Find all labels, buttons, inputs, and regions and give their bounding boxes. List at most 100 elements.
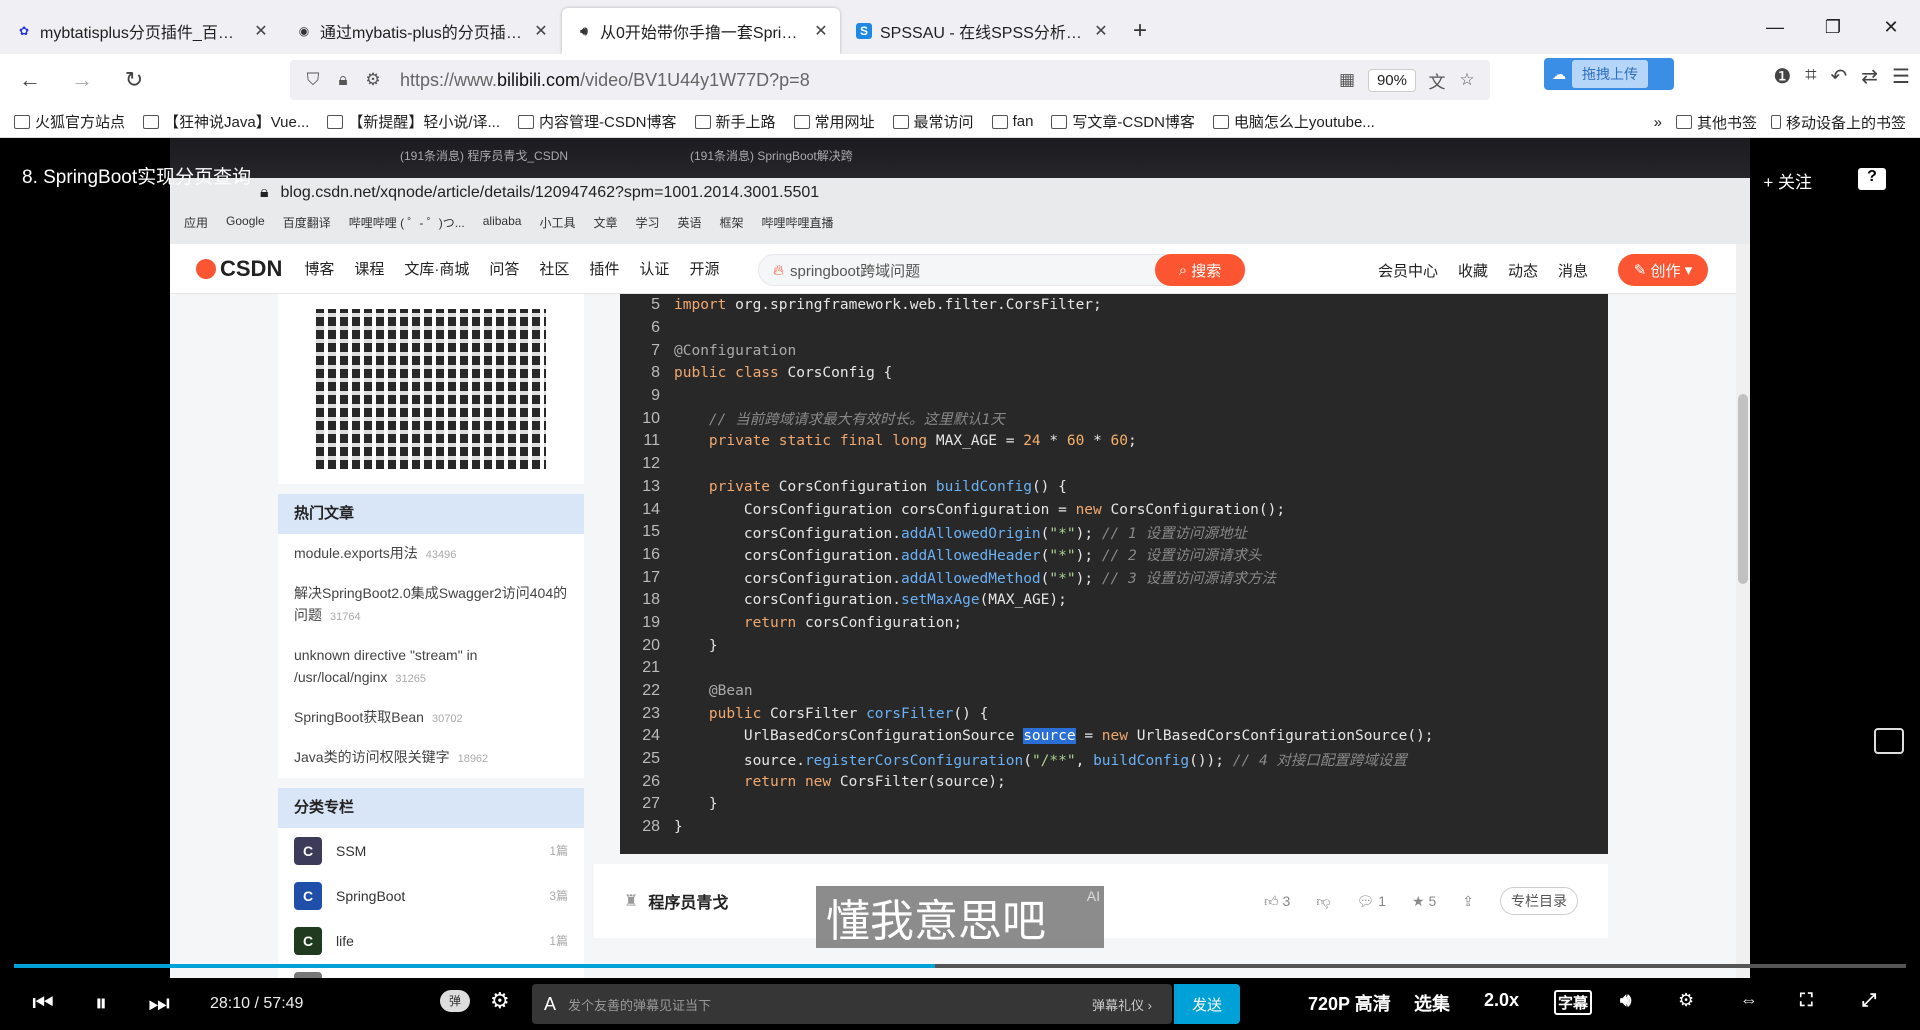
cloud-icon: ☁ bbox=[1552, 65, 1566, 82]
progress-fill bbox=[14, 964, 936, 968]
code-text: corsConfiguration.setMaxAge(MAX_AGE); bbox=[674, 592, 1067, 609]
browser-tab[interactable]: ✿ mybtatisplus分页插件_百度搜索 ✕ bbox=[2, 8, 280, 54]
follow-button[interactable]: + 关注 bbox=[1763, 168, 1812, 193]
menu-icon[interactable]: ☰ bbox=[1892, 64, 1910, 89]
cloud-upload-button[interactable]: ☁ 拖拽上传 bbox=[1544, 58, 1674, 90]
category-list: CSSM1篇CSpringBoot3篇Clife1篇CJava基础9篇 bbox=[278, 828, 584, 978]
close-window-button[interactable]: ✕ bbox=[1862, 0, 1920, 54]
mobile-bookmarks[interactable]: 移动设备上的书签 bbox=[1770, 112, 1906, 133]
fullscreen-icon[interactable]: ⤢ bbox=[1862, 990, 1876, 1011]
permissions-icon[interactable]: ⚙ bbox=[358, 70, 388, 90]
danmu-input[interactable]: A 发个友善的弹幕见证当下 弹幕礼仪 › bbox=[532, 984, 1172, 1024]
back-button[interactable]: ← bbox=[8, 60, 52, 100]
reload-button[interactable]: ↻ bbox=[112, 60, 156, 100]
view-count: 31265 bbox=[395, 673, 426, 685]
danmu-settings-icon[interactable]: ⚙ bbox=[490, 988, 510, 1014]
help-icon[interactable]: ? bbox=[1858, 168, 1886, 190]
next-icon[interactable]: ⏭ bbox=[130, 990, 188, 1018]
danmu-etiquette-link[interactable]: 弹幕礼仪 › bbox=[1092, 995, 1152, 1014]
settings-icon[interactable]: ⚙ bbox=[1678, 990, 1694, 1011]
bookmark-item[interactable]: 最常访问 bbox=[892, 111, 974, 132]
view-count: 18962 bbox=[457, 753, 489, 765]
close-tab-icon[interactable]: ✕ bbox=[252, 21, 270, 41]
hot-article: unknown directive "stream" in /usr/local… bbox=[294, 647, 478, 685]
new-tab-button[interactable]: + bbox=[1120, 8, 1160, 54]
address-bar[interactable]: ⛉ 🔒︎ ⚙ https://www.bilibili.com/video/BV… bbox=[290, 60, 1490, 100]
restore-button[interactable]: ❐ bbox=[1804, 0, 1862, 54]
code-block: 5 import org.springframework.web.filter.C… bbox=[620, 294, 1608, 854]
speed-button[interactable]: 2.0x bbox=[1484, 990, 1519, 1011]
bookmark-item[interactable]: 电脑怎么上youtube... bbox=[1212, 111, 1375, 132]
code-line: 11 private static final long MAX_AGE = 2… bbox=[620, 430, 1608, 453]
minimize-button[interactable]: — bbox=[1746, 0, 1804, 54]
danmu-style-icon[interactable]: A bbox=[544, 994, 556, 1015]
speaker-icon: 🔊︎ bbox=[580, 23, 588, 38]
browser-tab[interactable]: ◉ 通过mybatis-plus的分页插件， ✕ bbox=[282, 8, 560, 54]
line-number: 19 bbox=[642, 613, 660, 631]
bookmark-item[interactable]: 【新提醒】轻小说/译... bbox=[327, 111, 500, 132]
danmu-toggle[interactable]: 弹 bbox=[440, 990, 470, 1012]
video-frame[interactable]: (191条消息) 程序员青戈_CSDN (191条消息) SpringBoot解… bbox=[170, 138, 1750, 978]
progress-bar[interactable] bbox=[14, 964, 1906, 968]
recorded-bookmark: alibaba bbox=[482, 214, 522, 228]
code-line: 7 @Configuration bbox=[620, 339, 1608, 362]
volume-icon[interactable]: 🔊︎ bbox=[1620, 990, 1631, 1011]
category-icon: C bbox=[294, 881, 322, 910]
forward-button[interactable]: → bbox=[60, 60, 104, 100]
previous-icon[interactable]: ⏮ bbox=[14, 990, 72, 1018]
lock-icon[interactable]: 🔒︎ bbox=[328, 70, 358, 90]
bookmark-item[interactable]: 新手上路 bbox=[694, 111, 776, 132]
other-bookmarks[interactable]: 其他书签 bbox=[1675, 112, 1757, 133]
bookmark-item[interactable]: 内容管理-CSDN博客 bbox=[518, 111, 677, 132]
code-text: corsConfiguration.addAllowedMethod("*");… bbox=[674, 571, 1276, 588]
episodes-button[interactable]: 选集 bbox=[1414, 990, 1450, 1016]
code-line: 24 UrlBasedCorsConfigurationSource sourc… bbox=[620, 725, 1608, 748]
code-line: 8 public class CorsConfig { bbox=[620, 362, 1608, 385]
star-count: ★ 5 bbox=[1412, 892, 1437, 909]
csdn-logo: CSDN bbox=[196, 256, 282, 282]
quality-button[interactable]: 720P 高清 bbox=[1308, 990, 1391, 1016]
line-number: 11 bbox=[643, 432, 660, 450]
code-line: 12 bbox=[620, 453, 1608, 476]
line-number: 20 bbox=[642, 636, 660, 654]
bookmark-item[interactable]: 【狂神说Java】Vue... bbox=[143, 111, 309, 132]
recorded-bookmark: 框架 bbox=[719, 216, 744, 230]
send-danmu-button[interactable]: 发送 bbox=[1174, 984, 1240, 1024]
extension-1-icon[interactable]: ❶ bbox=[1773, 64, 1791, 89]
zoom-level-button[interactable]: 90% bbox=[1367, 68, 1416, 92]
web-fullscreen-icon[interactable]: ⛶ bbox=[1800, 990, 1813, 1011]
url-text[interactable]: https://www.bilibili.com/video/BV1U44y1W… bbox=[400, 70, 1332, 91]
close-tab-icon[interactable]: ✕ bbox=[532, 21, 550, 41]
bookmark-item[interactable]: fan bbox=[991, 111, 1033, 132]
code-text: import org.springframework.web.filter.Co… bbox=[674, 297, 1102, 314]
bookmark-item[interactable]: 写文章-CSDN博客 bbox=[1051, 111, 1195, 132]
qr-code-icon[interactable]: ▦ bbox=[1332, 70, 1362, 90]
widescreen-icon[interactable]: ⇔ bbox=[1740, 990, 1758, 1011]
close-tab-icon[interactable]: ✕ bbox=[812, 21, 830, 41]
bookmark-star-icon[interactable]: ☆ bbox=[1452, 70, 1482, 90]
hot-article-list: module.exports用法 43496 解决SpringBoot2.0集成Sw… bbox=[278, 534, 584, 778]
bookmark-item[interactable]: 火狐官方站点 bbox=[14, 111, 125, 132]
hot-article: Java类的访问权限关键字 18962 bbox=[294, 749, 489, 765]
csdn-nav-item: 课程 bbox=[354, 261, 385, 278]
line-number: 6 bbox=[651, 319, 660, 337]
code-line: 26 return new CorsFilter(source); bbox=[620, 770, 1608, 793]
translate-icon[interactable]: 文 bbox=[1422, 68, 1452, 93]
window-controls: — ❐ ✕ bbox=[1746, 0, 1920, 54]
translate-extension-icon[interactable]: ⇄ bbox=[1861, 64, 1878, 89]
close-tab-icon[interactable]: ✕ bbox=[1092, 21, 1110, 41]
video-player[interactable]: (191条消息) 程序员青戈_CSDN (191条消息) SpringBoot解… bbox=[0, 138, 1920, 1030]
pause-icon[interactable]: ⏸ bbox=[72, 990, 130, 1018]
folder-icon bbox=[1675, 115, 1692, 129]
crop-icon[interactable]: ⌗ bbox=[1805, 64, 1816, 89]
bookmark-item[interactable]: 常用网址 bbox=[793, 111, 875, 132]
browser-tab[interactable]: S SPSSAU - 在线SPSS分析软件 ✕ bbox=[842, 8, 1120, 54]
browser-tab[interactable]: 🔊︎ 从0开始带你手撸一套SpringBoot ✕ bbox=[562, 8, 840, 54]
captions-button[interactable]: 字幕 bbox=[1554, 990, 1593, 1015]
more-bookmarks-chevron[interactable]: » bbox=[1654, 114, 1662, 131]
shield-icon[interactable]: ⛉ bbox=[298, 70, 328, 90]
recorded-bookmarks: 应用 Google 百度翻译 哔哩哔哩 ( ゜- ゜)つ... alibaba 小工具 文章… bbox=[184, 214, 834, 231]
line-number: 7 bbox=[651, 341, 660, 359]
picture-in-picture-icon[interactable] bbox=[1874, 728, 1904, 754]
undo-icon[interactable]: ↶ bbox=[1831, 64, 1848, 89]
